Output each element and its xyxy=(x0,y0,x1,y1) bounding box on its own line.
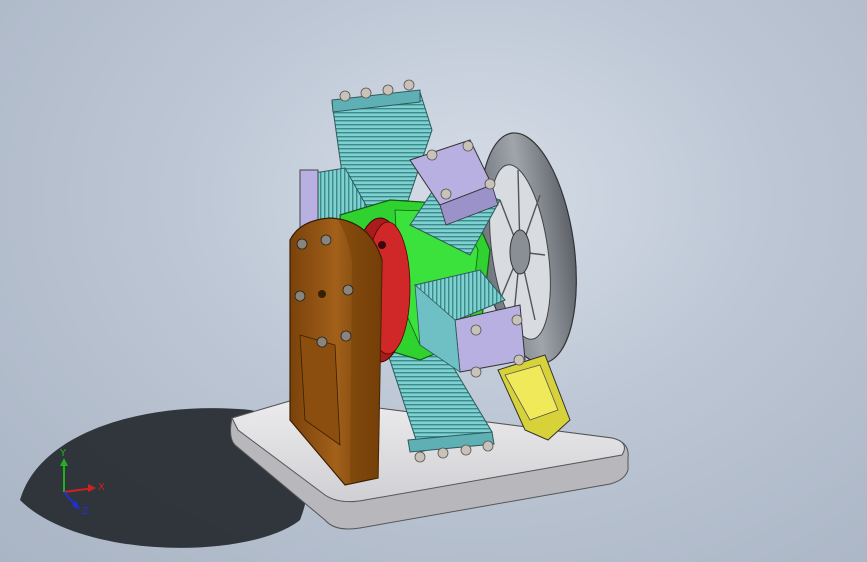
triad-x-label: X xyxy=(98,482,105,493)
model-canvas[interactable]: X Y Z xyxy=(0,0,867,562)
triad-z-label: Z xyxy=(82,506,89,517)
3d-viewport[interactable]: X Y Z xyxy=(0,0,867,562)
triad-y-label: Y xyxy=(59,448,67,459)
